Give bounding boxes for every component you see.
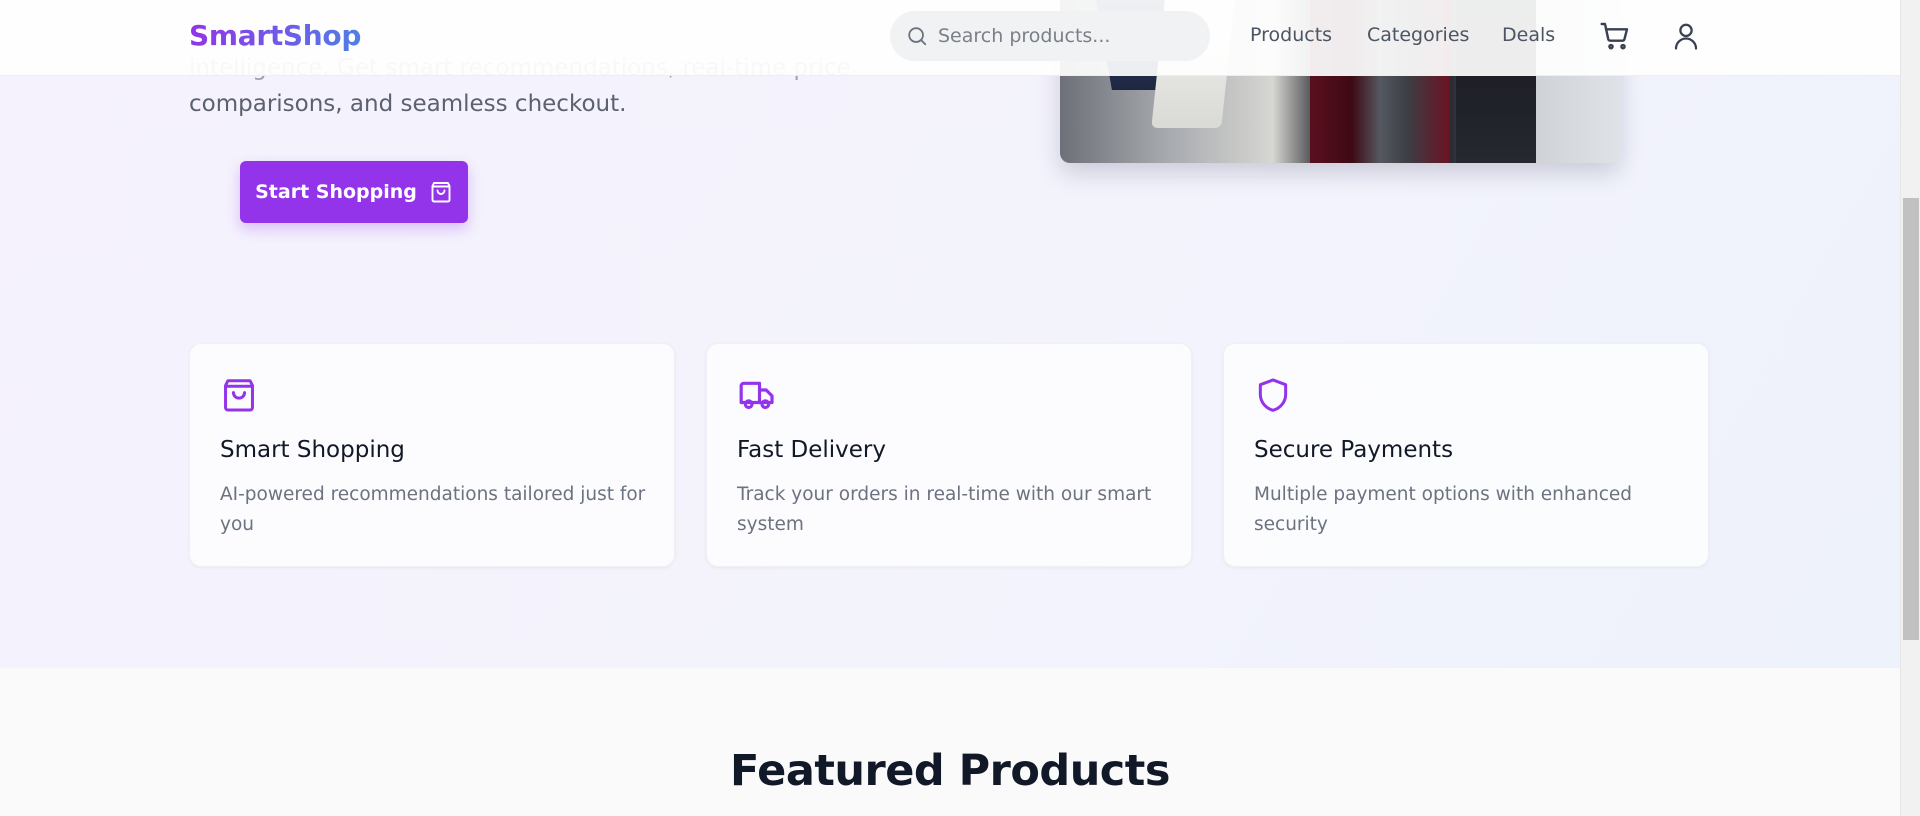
feature-title: Fast Delivery [737, 437, 886, 463]
feature-description: Track your orders in real-time with our … [737, 484, 1152, 535]
page-scrollbar[interactable] [1900, 0, 1920, 816]
start-shopping-label: Start Shopping [255, 181, 417, 203]
nav-products[interactable]: Products [1250, 24, 1332, 46]
start-shopping-button[interactable]: Start Shopping [240, 161, 468, 223]
feature-title: Secure Payments [1254, 437, 1454, 463]
truck-icon [739, 381, 774, 410]
logo[interactable]: SmartShop [189, 19, 361, 52]
feature-description: Multiple payment options with enhanced s… [1254, 484, 1632, 535]
search-icon [908, 27, 927, 46]
cart-icon [1600, 22, 1629, 50]
site-header: SmartShop Products Categories Deals [0, 0, 1900, 76]
scrollbar-thumb[interactable] [1903, 198, 1919, 640]
shopping-bag-icon [431, 182, 451, 203]
feature-title: Smart Shopping [220, 437, 405, 463]
shopping-bag-icon [224, 379, 254, 412]
search-bar[interactable] [890, 11, 1210, 61]
hero-description-line-2: comparisons, and seamless checkout. [189, 91, 627, 117]
nav-deals[interactable]: Deals [1502, 24, 1555, 46]
search-input[interactable] [938, 11, 1200, 61]
feature-description: AI-powered recommendations tailored just… [220, 484, 646, 535]
user-button[interactable] [1671, 20, 1701, 57]
user-icon [1674, 23, 1698, 50]
feature-card-secure-payments: Secure Payments Multiple payment options… [1223, 343, 1709, 567]
cart-button[interactable] [1599, 20, 1631, 57]
shield-icon [1258, 378, 1288, 412]
featured-products-heading: Featured Products [730, 746, 1170, 796]
nav-categories[interactable]: Categories [1367, 24, 1469, 46]
feature-card-fast-delivery: Fast Delivery Track your orders in real-… [706, 343, 1192, 567]
feature-card-smart-shopping: Smart Shopping AI-powered recommendation… [189, 343, 675, 567]
